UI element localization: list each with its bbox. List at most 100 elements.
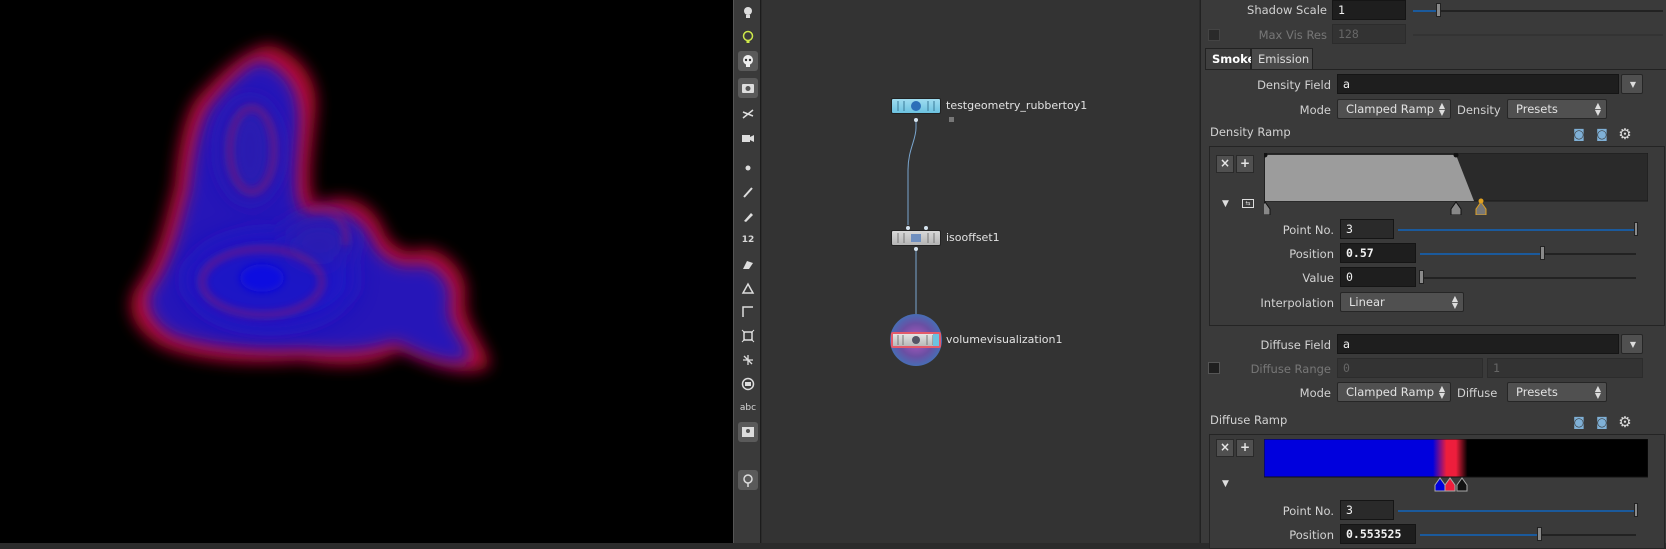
density-ramp-label: Density Ramp (1210, 125, 1291, 139)
diffuse-field-label: Diffuse Field (1260, 338, 1331, 352)
chevron-down-icon: ▼ (1629, 80, 1636, 89)
node-label: volumevisualization1 (946, 333, 1063, 346)
diffuse-mode-label: Mode (1299, 386, 1331, 400)
diffuse-position-handle[interactable] (1537, 527, 1542, 541)
diffuse-ramp-graph[interactable] (1264, 439, 1648, 493)
diffuse-mode-value: Clamped Ramp (1346, 385, 1435, 399)
tab-smoke[interactable]: Smoke (1205, 48, 1255, 70)
density-field-label: Density Field (1257, 78, 1331, 92)
ramp-edit-icon[interactable]: ◙ (1594, 414, 1610, 430)
density-field-menu[interactable]: ▼ (1621, 74, 1643, 94)
density-position-field[interactable]: 0.57 (1340, 243, 1416, 263)
diffuse-point-no-label: Point No. (1282, 504, 1334, 518)
density-point-no-handle[interactable] (1634, 222, 1638, 236)
volume-render (131, 45, 490, 372)
diffuse-mode-dropdown[interactable]: Clamped Ramp ▲ ▼ (1337, 382, 1451, 402)
density-field-input[interactable]: a (1337, 74, 1619, 94)
pose-icon[interactable] (738, 104, 758, 124)
light-icon[interactable] (738, 27, 758, 47)
ramp-mode-icon[interactable]: ⇆ (1242, 199, 1254, 208)
node-label: isooffset1 (946, 231, 1000, 244)
shadow-scale-label: Shadow Scale (1247, 3, 1327, 17)
node-wires (906, 117, 954, 340)
ramp-remove-button[interactable]: × (1216, 439, 1234, 457)
render-icon[interactable] (738, 128, 758, 148)
chevron-down-icon: ▼ (1629, 340, 1636, 349)
interpolation-label: Interpolation (1260, 296, 1334, 310)
ramp-add-button[interactable]: + (1236, 155, 1254, 173)
diffuse-field-input[interactable]: a (1337, 334, 1619, 354)
tab-emission[interactable]: Emission (1251, 48, 1313, 70)
density-presets-label: Density (1457, 103, 1501, 117)
collapse-triangle-icon[interactable]: ▼ (1222, 199, 1229, 209)
diffuse-field-menu[interactable]: ▼ (1621, 334, 1643, 354)
camera-icon[interactable] (738, 78, 758, 98)
circle-icon[interactable] (738, 374, 758, 394)
density-point-no-fill (1398, 229, 1636, 231)
dot-icon[interactable] (738, 158, 758, 178)
skull-icon[interactable] (738, 51, 758, 71)
diffuse-ramp-label: Diffuse Ramp (1210, 413, 1288, 427)
updown-arrow-icon: ▲ ▼ (1594, 101, 1601, 117)
parameter-panel: Shadow Scale 1 Max Vis Res 128 Smoke Emi… (1200, 0, 1666, 549)
diffuse-point-no-field[interactable]: 3 (1340, 500, 1394, 520)
number-icon[interactable]: 12 (738, 230, 758, 250)
diffuse-presets-dropdown[interactable]: Presets ▲ ▼ (1507, 382, 1607, 402)
density-ramp-graph[interactable] (1264, 153, 1648, 215)
text-icon-label: abc (739, 403, 757, 413)
density-position-label: Position (1289, 247, 1334, 261)
brush-icon[interactable] (738, 182, 758, 202)
scene-viewport[interactable] (0, 0, 733, 543)
snap-icon[interactable] (738, 326, 758, 346)
density-mode-value: Clamped Ramp (1346, 102, 1435, 116)
paint-icon[interactable] (738, 254, 758, 274)
shadow-scale-field[interactable]: 1 (1332, 0, 1406, 20)
gear-icon[interactable]: ⚙ (1617, 126, 1633, 142)
density-point-no-field[interactable]: 3 (1340, 219, 1394, 239)
diffuse-position-field[interactable]: 0.553525 (1340, 524, 1416, 544)
density-value-track (1420, 277, 1636, 279)
shadow-scale-track (1413, 10, 1663, 12)
interpolation-dropdown[interactable]: Linear ▲ ▼ (1340, 292, 1464, 312)
updown-arrow-icon: ▲ ▼ (1594, 384, 1601, 400)
node-testgeometry[interactable] (891, 98, 941, 114)
collapse-triangle-icon[interactable]: ▼ (1222, 479, 1229, 489)
pen-icon[interactable] (738, 206, 758, 226)
node-volumevisualization[interactable] (891, 332, 941, 348)
diffuse-position-label: Position (1289, 528, 1334, 542)
density-presets-value: Presets (1516, 102, 1558, 116)
number-icon-label: 12 (741, 235, 755, 245)
ramp-view-icon[interactable]: ◙ (1571, 414, 1587, 430)
ramp-view-icon[interactable]: ◙ (1571, 126, 1587, 142)
diffuse-presets-value: Presets (1516, 385, 1558, 399)
diffuse-range-min: 0 (1337, 358, 1483, 378)
diffuse-point-no-handle[interactable] (1634, 503, 1638, 517)
text-icon[interactable]: abc (738, 398, 758, 418)
node-isooffset[interactable] (891, 230, 941, 246)
density-mode-dropdown[interactable]: Clamped Ramp ▲ ▼ (1337, 99, 1451, 119)
density-presets-dropdown[interactable]: Presets ▲ ▼ (1507, 99, 1607, 119)
node-label: testgeometry_rubbertoy1 (946, 99, 1088, 112)
pin-icon[interactable] (738, 470, 758, 490)
density-value-field[interactable]: 0 (1340, 267, 1416, 287)
updown-arrow-icon: ▲ ▼ (1451, 294, 1458, 310)
density-value-handle[interactable] (1419, 270, 1424, 284)
shadow-scale-handle[interactable] (1436, 3, 1441, 17)
gear-icon[interactable]: ⚙ (1617, 414, 1633, 430)
diffuse-presets-label: Diffuse (1457, 386, 1498, 400)
viewport-toolbar: 12 abc (733, 0, 761, 543)
ramp-remove-button[interactable]: × (1216, 155, 1234, 173)
ramp-edit-icon[interactable]: ◙ (1594, 126, 1610, 142)
diffuse-range-max: 1 (1487, 358, 1643, 378)
measure-icon[interactable] (738, 278, 758, 298)
density-point-no-label: Point No. (1282, 223, 1334, 237)
updown-arrow-icon: ▲ ▼ (1438, 101, 1445, 117)
bulb-icon[interactable] (738, 2, 758, 22)
compass-icon[interactable] (738, 350, 758, 370)
density-position-handle[interactable] (1540, 246, 1545, 260)
network-editor[interactable]: testgeometry_rubbertoy1 isooffset1 volum… (762, 0, 1199, 543)
density-value-label: Value (1302, 271, 1334, 285)
ramp-add-button[interactable]: + (1236, 439, 1254, 457)
image-icon[interactable] (738, 422, 758, 442)
angle-icon[interactable] (738, 302, 758, 322)
